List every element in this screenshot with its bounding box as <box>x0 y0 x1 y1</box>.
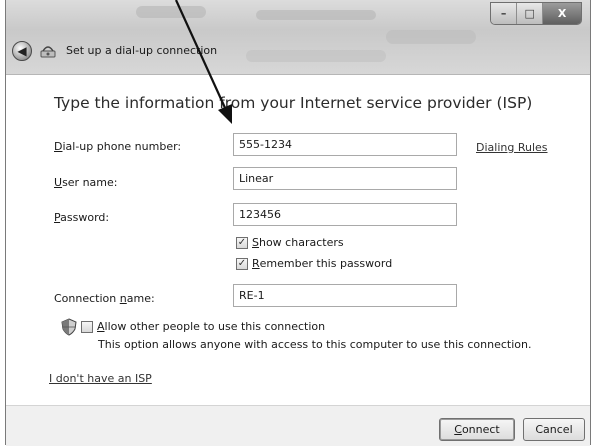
checkbox-unchecked-icon <box>81 320 93 333</box>
user-name-label: User name: <box>54 176 117 189</box>
window-title: Set up a dial-up connection <box>66 44 218 57</box>
connect-button[interactable]: Connect <box>439 418 515 441</box>
remember-password-label: emember this password <box>259 257 393 270</box>
dialup-wizard-window: – □ X ◀ Set up a dial-up connection Type… <box>5 0 591 446</box>
back-arrow-icon: ◀ <box>17 44 27 58</box>
footer-bar: Connect Cancel <box>6 405 590 446</box>
no-isp-link[interactable]: I don't have an ISP <box>49 372 152 385</box>
window-controls: – □ X <box>490 2 582 25</box>
checkbox-checked-icon: ✓ <box>236 257 248 270</box>
password-label: Password: <box>54 211 109 224</box>
user-name-input[interactable]: Linear <box>233 167 457 190</box>
blurred-title-region <box>136 6 206 18</box>
allow-others-label: llow other people to use this connection <box>104 320 326 333</box>
show-characters-checkbox[interactable]: ✓ Show characters <box>236 236 344 249</box>
dialing-rules-link[interactable]: Dialing Rules <box>476 141 548 154</box>
blurred-title-region <box>246 50 386 62</box>
page-heading: Type the information from your Internet … <box>54 94 533 112</box>
allow-others-accel: A <box>97 320 105 333</box>
cancel-button[interactable]: Cancel <box>523 418 585 441</box>
phone-label-text: ial-up phone number: <box>62 140 182 153</box>
user-label-text: ser name: <box>62 176 118 189</box>
phone-number-input[interactable]: 555-1234 <box>233 133 457 156</box>
user-label-accel: U <box>54 176 63 189</box>
blurred-title-region <box>386 30 476 44</box>
connect-accel: C <box>454 423 462 436</box>
show-characters-label: how characters <box>258 236 344 249</box>
back-button[interactable]: ◀ <box>12 41 32 61</box>
close-button[interactable]: X <box>543 3 581 24</box>
connect-label: onnect <box>461 423 500 436</box>
checkbox-checked-icon: ✓ <box>236 236 248 249</box>
uac-shield-icon <box>61 318 77 336</box>
dialup-connection-icon <box>40 46 56 58</box>
maximize-button[interactable]: □ <box>517 3 544 24</box>
title-bar: – □ X ◀ Set up a dial-up connection <box>6 0 590 75</box>
connection-label-accel: n <box>119 292 127 305</box>
blurred-title-region <box>256 10 376 20</box>
connection-label-pre: Connection <box>54 292 120 305</box>
connection-name-label: Connection name: <box>54 292 155 305</box>
password-label-text: assword: <box>60 211 110 224</box>
allow-others-checkbox[interactable]: Allow other people to use this connectio… <box>81 320 325 333</box>
show-characters-accel: S <box>252 236 259 249</box>
allow-others-note: This option allows anyone with access to… <box>98 338 532 351</box>
connection-name-input[interactable]: RE-1 <box>233 284 457 307</box>
minimize-button[interactable]: – <box>491 3 518 24</box>
phone-label: Dial-up phone number: <box>54 140 181 153</box>
password-input[interactable]: 123456 <box>233 203 457 226</box>
remember-password-accel: R <box>252 257 260 270</box>
connection-label-text: ame: <box>126 292 155 305</box>
remember-password-checkbox[interactable]: ✓ Remember this password <box>236 257 392 270</box>
